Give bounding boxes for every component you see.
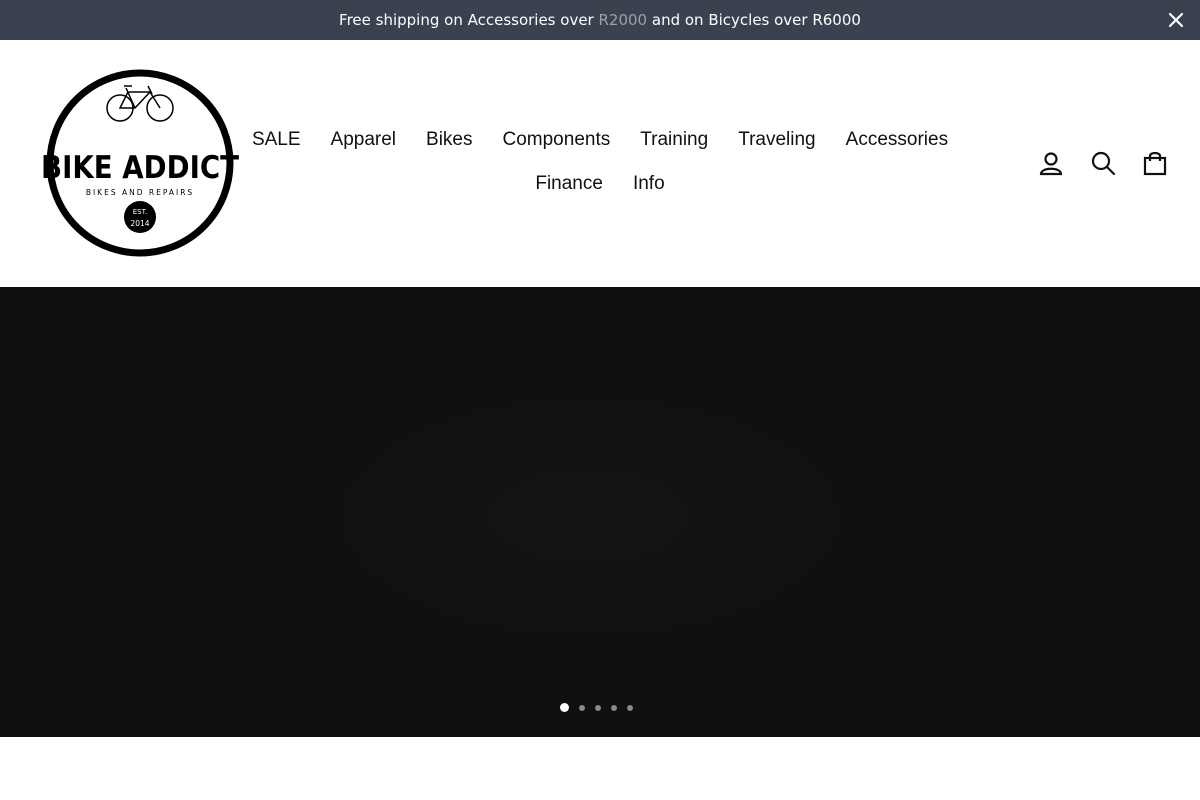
search-button[interactable] (1088, 148, 1118, 178)
nav-row-2: Finance Info (240, 162, 960, 206)
nav-row-1: SALE Apparel Bikes Components Training T… (240, 118, 960, 162)
cart-button[interactable] (1140, 148, 1170, 178)
nav-item-finance[interactable]: Finance (520, 173, 618, 195)
nav-item-info[interactable]: Info (618, 173, 680, 195)
main-navigation: SALE Apparel Bikes Components Training T… (240, 118, 960, 206)
slide-dot-1[interactable] (560, 703, 569, 712)
announcement-text-before: Free shipping on Accessories over (339, 11, 599, 29)
close-icon (1169, 13, 1183, 27)
header-icons (1036, 148, 1170, 178)
account-icon (1039, 152, 1063, 176)
slideshow-dots (560, 703, 636, 712)
slide-dot-5[interactable] (627, 704, 633, 711)
slide-dot-3[interactable] (595, 704, 601, 711)
logo-link[interactable]: BIKE ADDICT BIKES AND REPAIRS EST. 2014 (40, 68, 240, 258)
site-header: BIKE ADDICT BIKES AND REPAIRS EST. 2014 … (0, 40, 1200, 287)
nav-item-sale[interactable]: SALE (237, 129, 316, 151)
nav-item-training[interactable]: Training (625, 129, 723, 151)
logo-est-text: EST. (133, 208, 148, 216)
logo-brand-text: BIKE ADDICT (41, 150, 239, 186)
close-announcement-button[interactable] (1166, 10, 1186, 30)
nav-item-accessories[interactable]: Accessories (831, 129, 963, 151)
nav-item-components[interactable]: Components (488, 129, 626, 151)
logo-tagline-text: BIKES AND REPAIRS (86, 188, 194, 197)
hero-slideshow[interactable] (0, 287, 1200, 737)
nav-item-bikes[interactable]: Bikes (411, 129, 487, 151)
announcement-text-after: and on Bicycles over R6000 (647, 11, 861, 29)
announcement-highlight: R2000 (598, 11, 648, 29)
bike-addict-logo: BIKE ADDICT BIKES AND REPAIRS EST. 2014 (41, 69, 239, 257)
account-button[interactable] (1036, 148, 1066, 178)
logo-year-text: 2014 (130, 219, 149, 228)
nav-item-traveling[interactable]: Traveling (723, 129, 830, 151)
announcement-bar: Free shipping on Accessories over R2000 … (0, 0, 1200, 40)
slide-dot-2[interactable] (579, 704, 585, 711)
cart-icon (1143, 151, 1167, 176)
slide-dot-4[interactable] (611, 704, 617, 711)
nav-item-apparel[interactable]: Apparel (316, 129, 412, 151)
search-icon (1091, 151, 1116, 176)
announcement-text: Free shipping on Accessories over R2000 … (339, 11, 861, 29)
